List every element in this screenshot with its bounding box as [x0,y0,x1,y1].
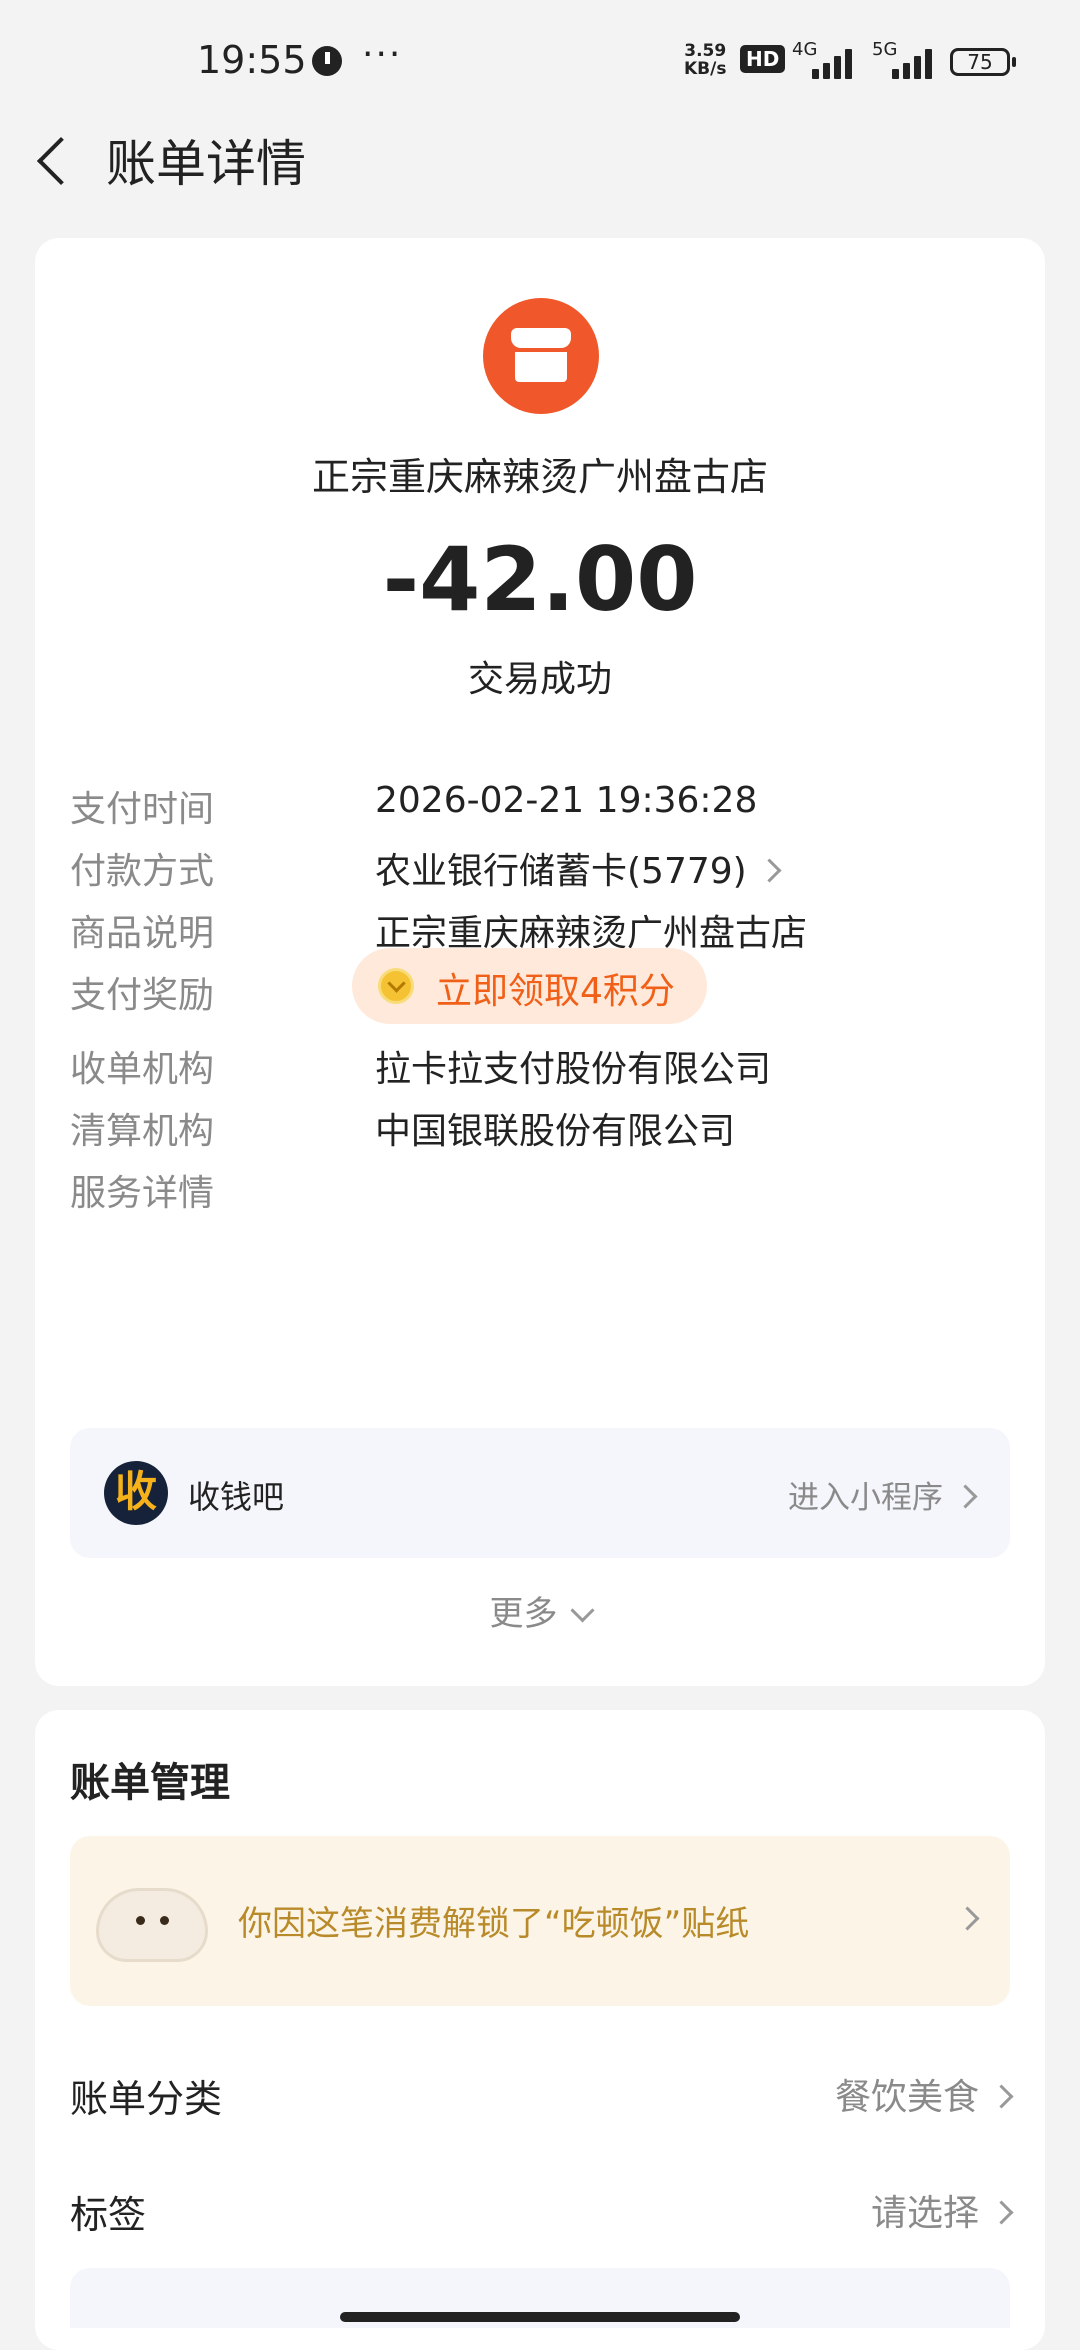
detail-label: 支付时间 [70,789,215,830]
detail-row-acquirer: 收单机构 拉卡拉支付股份有限公司 [70,1040,1010,1100]
sim2-network-type: 5G [872,39,898,60]
sticker-banner-text: 你因这笔消费解锁了“吃顿饭”贴纸 [238,1904,750,1944]
tag-label: 标签 [70,2193,147,2237]
mini-program-name: 收钱吧 [188,1478,285,1516]
bill-category-value: 餐饮美食 [834,2068,1014,2120]
battery-icon: 75 [950,48,1016,76]
chevron-right-icon [953,1484,978,1509]
detail-value: 拉卡拉支付股份有限公司 [375,1049,772,1090]
detail-row-reward: 支付奖励 立即领取4积分 [70,948,1010,1026]
detail-value: 2026-02-21 19:36:28 [375,780,758,821]
detail-row-service: 服务详情 [70,1164,1010,1224]
network-speed-value: 3.59 [684,41,727,61]
bill-category-row[interactable]: 账单分类 餐饮美食 [70,2068,1014,2128]
detail-row-clearing: 清算机构 中国银联股份有限公司 [70,1102,1010,1162]
network-speed: 3.59 KB/s [684,42,726,78]
network-speed-unit: KB/s [684,59,727,79]
chevron-right-icon [989,2199,1014,2225]
detail-label: 付款方式 [70,851,215,892]
status-bar: 19:55 ··· 3.59 KB/s HD 4G 5G 75 [0,0,1080,120]
detail-value: 中国银联股份有限公司 [375,1111,736,1152]
detail-label: 服务详情 [70,1173,215,1214]
chevron-right-icon [955,1906,980,1931]
enter-mini-program-label: 进入小程序 [788,1480,943,1516]
claim-points-button[interactable]: 立即领取4积分 [352,948,707,1024]
claim-points-label: 立即领取4积分 [436,971,675,1012]
mini-program-entry[interactable]: 收 收钱吧 进入小程序 [70,1428,1010,1558]
chevron-right-icon [989,2083,1014,2109]
dumpling-sticker-icon [96,1872,208,1968]
section-title: 账单管理 [70,1760,230,1806]
chevron-down-icon [569,1598,595,1623]
sticker-banner[interactable]: 你因这笔消费解锁了“吃顿饭”贴纸 [70,1836,1010,2006]
detail-label: 清算机构 [70,1111,215,1152]
hd-icon: HD [740,45,786,73]
bill-category-label: 账单分类 [70,2077,223,2121]
detail-row-payment-method[interactable]: 付款方式 农业银行储蓄卡(5779) [70,842,1010,902]
nav-header: 账单详情 [0,110,1080,200]
status-time: 19:55 [197,38,307,82]
signal-4g-icon: 4G [792,39,860,79]
notification-icon [312,46,342,76]
more-button[interactable]: 更多 [35,1586,1045,1635]
signal-5g-icon: 5G [872,39,940,79]
tag-row[interactable]: 标签 请选择 [70,2184,1014,2244]
detail-value: 农业银行储蓄卡(5779) [375,851,747,892]
page-title: 账单详情 [106,135,306,193]
detail-label: 收单机构 [70,1049,215,1090]
tag-placeholder: 请选择 [870,2193,979,2234]
bill-management-card: 账单管理 你因这笔消费解锁了“吃顿饭”贴纸 账单分类 餐饮美食 标签 请选择 [35,1710,1045,2350]
more-notifications-icon: ··· [362,34,403,75]
merchant-name: 正宗重庆麻辣烫广州盘古店 [311,455,768,499]
transaction-status: 交易成功 [467,659,612,700]
back-icon[interactable] [30,130,80,190]
tag-value: 请选择 [870,2184,1014,2236]
points-coin-icon [378,968,414,1004]
detail-label: 商品说明 [70,913,215,954]
merchant-store-icon [483,298,599,414]
chevron-right-icon [757,857,782,883]
more-label: 更多 [489,1594,558,1634]
home-indicator[interactable] [340,2312,740,2322]
detail-row-pay-time: 支付时间 2026-02-21 19:36:28 [70,780,1010,840]
transaction-card: 正宗重庆麻辣烫广州盘古店 -42.00 交易成功 支付时间 2026-02-21… [35,238,1045,1686]
detail-label: 支付奖励 [70,975,215,1016]
sim1-network-type: 4G [792,39,818,60]
mini-program-logo: 收 [104,1461,168,1525]
transaction-amount: -42.00 [382,528,698,631]
bill-category-text: 餐饮美食 [834,2077,979,2118]
enter-mini-program-link[interactable]: 进入小程序 [788,1472,978,1517]
payment-method-link[interactable]: 农业银行储蓄卡(5779) [375,842,782,894]
